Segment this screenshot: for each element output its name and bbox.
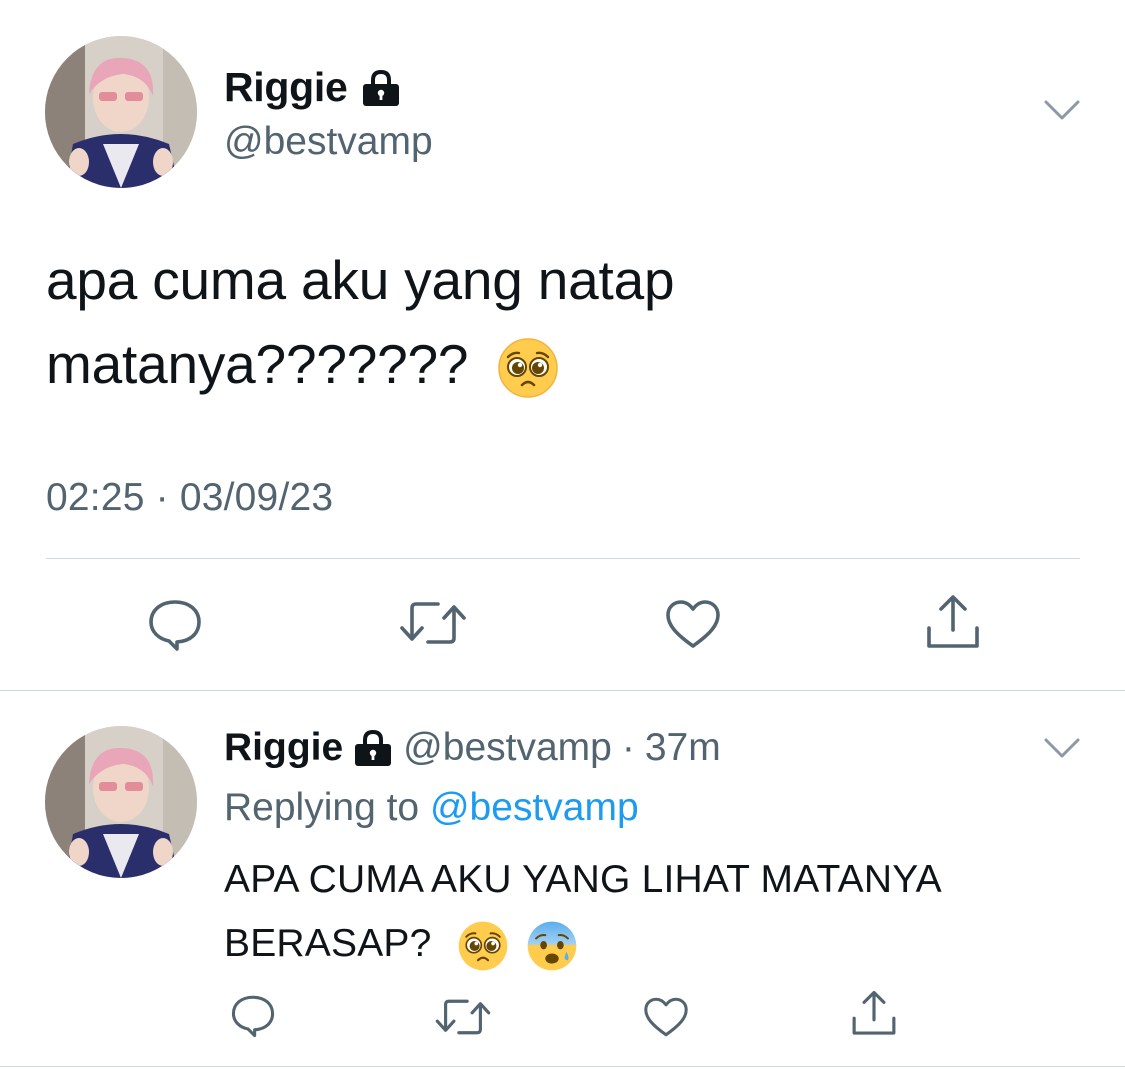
reply-text: APA CUMA AKU YANG LIHAT MATANYA BERASAP?: [224, 848, 942, 976]
anxious-face-emoji: [526, 920, 578, 972]
reply-author-handle[interactable]: @bestvamp: [403, 726, 612, 770]
reply-time-ago[interactable]: 37m: [645, 726, 721, 770]
reply-author-avatar[interactable]: [45, 726, 197, 878]
divider: [0, 1066, 1125, 1067]
pleading-face-emoji: [497, 337, 559, 399]
tweet-text-line-1: apa cuma aku yang natap: [46, 249, 675, 311]
replying-to-mention[interactable]: @bestvamp: [430, 786, 639, 829]
pleading-face-emoji: [457, 920, 509, 972]
like-icon[interactable]: [664, 598, 722, 650]
tweet-timestamp[interactable]: 02:25 · 03/09/23: [46, 476, 333, 520]
tweet-text: apa cuma aku yang natap matanya???????: [46, 238, 675, 406]
divider: [0, 690, 1125, 691]
divider: [46, 558, 1080, 559]
chevron-down-icon[interactable]: [1043, 98, 1081, 124]
retweet-icon[interactable]: [434, 996, 492, 1038]
tweet-text-line-2: matanya???????: [46, 333, 469, 395]
lock-icon: [361, 68, 401, 108]
author-handle[interactable]: @bestvamp: [224, 120, 433, 164]
lock-icon: [353, 728, 393, 768]
like-icon[interactable]: [642, 996, 690, 1038]
reply-author-name[interactable]: Riggie: [224, 726, 343, 770]
replying-to-label: Replying to: [224, 786, 420, 829]
reply-text-line-1: APA CUMA AKU YANG LIHAT MATANYA: [224, 858, 942, 901]
meta-separator: ·: [621, 726, 635, 769]
reply-text-line-2: BERASAP?: [224, 922, 432, 965]
share-icon[interactable]: [849, 990, 899, 1038]
reply-icon[interactable]: [230, 994, 276, 1038]
share-icon[interactable]: [923, 594, 983, 652]
author-avatar[interactable]: [45, 36, 197, 188]
chevron-down-icon[interactable]: [1043, 736, 1081, 762]
author-name[interactable]: Riggie: [224, 64, 348, 111]
retweet-icon[interactable]: [398, 598, 468, 648]
replying-to: Replying to @bestvamp: [224, 786, 639, 830]
reply-icon[interactable]: [147, 598, 203, 652]
